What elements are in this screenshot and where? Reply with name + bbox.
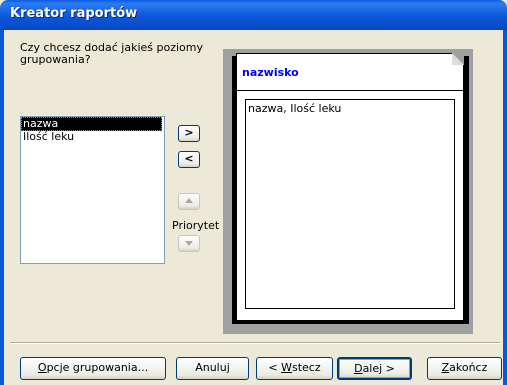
back-button[interactable]: < Wstecz bbox=[256, 357, 333, 380]
grouping-options-label: pcje grupowania... bbox=[46, 361, 149, 374]
window-frame-right bbox=[503, 30, 507, 385]
grouping-question: Czy chcesz dodać jakieś poziomy grupowan… bbox=[20, 42, 220, 66]
add-grouping-button[interactable]: > bbox=[178, 125, 200, 142]
next-button[interactable]: Dalej > bbox=[337, 357, 412, 380]
detail-fields-text: nazwa, Ilość leku bbox=[248, 102, 342, 115]
list-item-ilosc-leku[interactable]: Ilość leku bbox=[21, 131, 164, 143]
next-mnemonic: D bbox=[354, 362, 363, 375]
arrow-up-icon bbox=[185, 198, 193, 203]
next-label: alej > bbox=[362, 362, 395, 375]
back-mnemonic: W bbox=[281, 361, 292, 374]
priority-label: Priorytet bbox=[172, 219, 220, 232]
grouping-question-line2: grupowania? bbox=[20, 53, 91, 66]
cancel-button[interactable]: Anuluj bbox=[176, 357, 249, 380]
report-wizard-window: Kreator raportów Czy chcesz dodać jakieś… bbox=[0, 0, 507, 385]
available-fields-list[interactable]: nazwa Ilość leku bbox=[20, 116, 165, 264]
finish-label: akończ bbox=[449, 361, 488, 374]
group-header-field: nazwisko bbox=[242, 66, 299, 79]
grouping-options-mnemonic: O bbox=[37, 361, 47, 374]
preview-page: nazwisko nazwa, Ilość leku bbox=[236, 53, 464, 321]
detail-fields-box: nazwa, Ilość leku bbox=[245, 99, 455, 309]
remove-grouping-button[interactable]: < bbox=[178, 151, 200, 168]
arrow-down-icon bbox=[185, 241, 193, 246]
list-item-nazwa[interactable]: nazwa bbox=[21, 117, 162, 131]
finish-button[interactable]: Zakończ bbox=[427, 357, 502, 380]
grouping-options-button[interactable]: Opcje grupowania... bbox=[20, 357, 166, 380]
priority-down-button[interactable] bbox=[178, 235, 200, 252]
title-bar[interactable]: Kreator raportów bbox=[0, 0, 507, 30]
priority-up-button[interactable] bbox=[178, 193, 200, 210]
window-frame-left bbox=[0, 30, 4, 385]
group-header-divider bbox=[237, 90, 463, 91]
back-prefix: < bbox=[268, 361, 282, 374]
window-title: Kreator raportów bbox=[10, 6, 138, 21]
finish-mnemonic: Z bbox=[441, 361, 450, 374]
back-label: stecz bbox=[291, 361, 321, 374]
button-separator bbox=[10, 342, 500, 344]
page-fold-corner bbox=[452, 53, 464, 65]
